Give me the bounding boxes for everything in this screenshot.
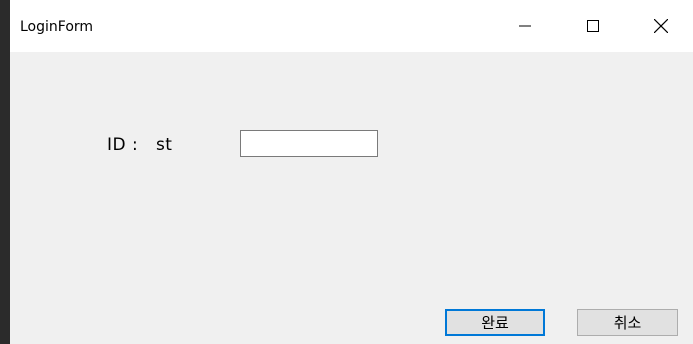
maximize-button[interactable]	[561, 0, 625, 52]
login-form-window: LoginForm ID : st 완료 취소	[10, 0, 693, 344]
minimize-button[interactable]	[493, 0, 557, 52]
minimize-icon	[519, 25, 531, 27]
id-label: ID : st	[107, 135, 173, 155]
window-frame-left	[0, 52, 10, 344]
maximize-icon	[587, 20, 599, 32]
confirm-button[interactable]: 완료	[445, 309, 545, 336]
id-input[interactable]	[240, 130, 378, 157]
close-button[interactable]	[629, 0, 693, 52]
close-icon	[654, 19, 668, 33]
cancel-button[interactable]: 취소	[577, 309, 678, 336]
title-bar[interactable]: LoginForm	[10, 0, 693, 52]
window-title: LoginForm	[20, 19, 94, 35]
